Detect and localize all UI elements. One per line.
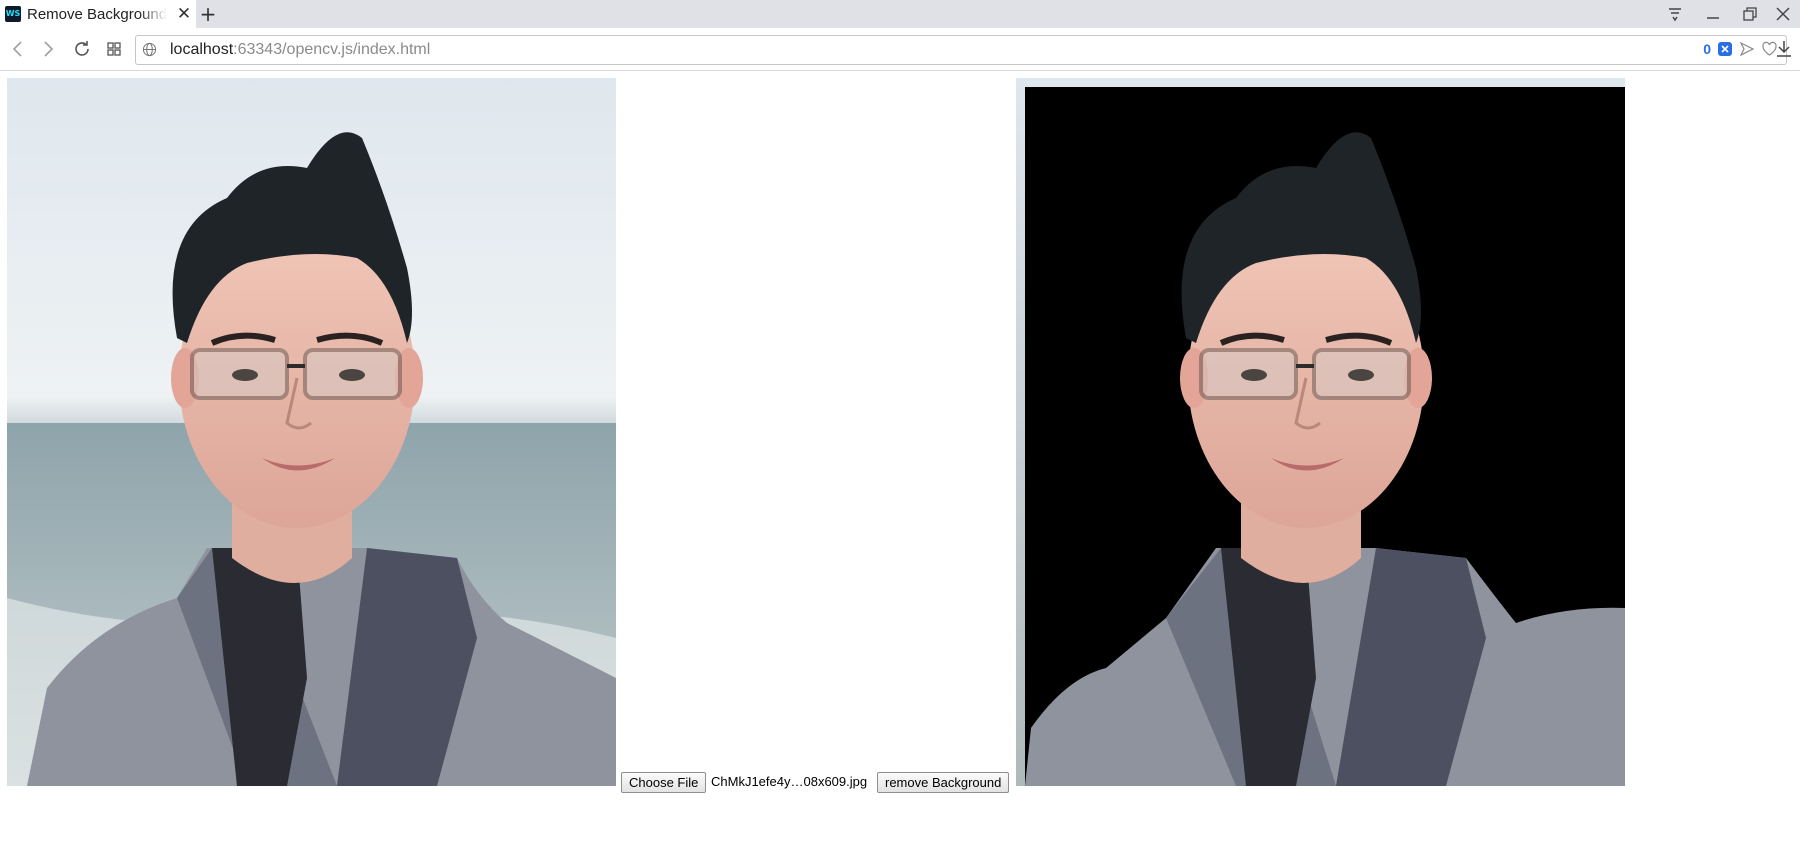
browser-toolbar: localhost:63343/opencv.js/index.html 0	[0, 28, 1800, 71]
download-icon[interactable]	[1774, 38, 1794, 60]
tab-strip: WS Remove Background ✕ +	[0, 0, 1800, 28]
globe-icon	[142, 42, 157, 57]
url-host: localhost	[170, 41, 234, 58]
selected-file-name: ChMkJ1efe4y…08x609.jpg	[711, 774, 868, 789]
choose-file-button[interactable]: Choose File	[621, 772, 707, 793]
window-close-icon[interactable]	[1768, 2, 1798, 26]
reload-icon[interactable]	[69, 36, 95, 62]
close-tab-icon[interactable]: ✕	[174, 4, 194, 24]
tab-title: Remove Background	[27, 5, 167, 23]
tab-list-icon[interactable]	[1660, 2, 1690, 26]
url-path: :63343/opencv.js/index.html	[233, 41, 431, 58]
original-image	[7, 78, 616, 786]
webstorm-icon: WS	[5, 6, 21, 22]
result-canvas	[1016, 78, 1625, 786]
blocked-count: 0	[1703, 41, 1711, 57]
result-photo-canvas	[1016, 78, 1625, 786]
speed-dial-icon[interactable]	[101, 36, 127, 62]
page-content: Choose File ChMkJ1efe4y…08x609.jpg remov…	[0, 70, 1800, 858]
content-blocker-icon[interactable]	[1717, 41, 1733, 57]
remove-background-button[interactable]: remove Background	[877, 772, 1010, 793]
address-bar[interactable]: localhost:63343/opencv.js/index.html 0	[135, 35, 1787, 65]
minimize-icon[interactable]	[1698, 2, 1728, 26]
send-icon[interactable]	[1739, 41, 1755, 57]
browser-tab[interactable]: WS Remove Background ✕	[0, 0, 196, 28]
original-photo-canvas	[7, 78, 616, 786]
new-tab-icon[interactable]: +	[198, 4, 218, 24]
address-bar-actions: 0	[1703, 41, 1778, 57]
forward-icon[interactable]	[35, 36, 61, 62]
back-icon[interactable]	[5, 36, 31, 62]
restore-icon[interactable]	[1734, 2, 1764, 26]
url-text: localhost:63343/opencv.js/index.html	[170, 41, 430, 59]
